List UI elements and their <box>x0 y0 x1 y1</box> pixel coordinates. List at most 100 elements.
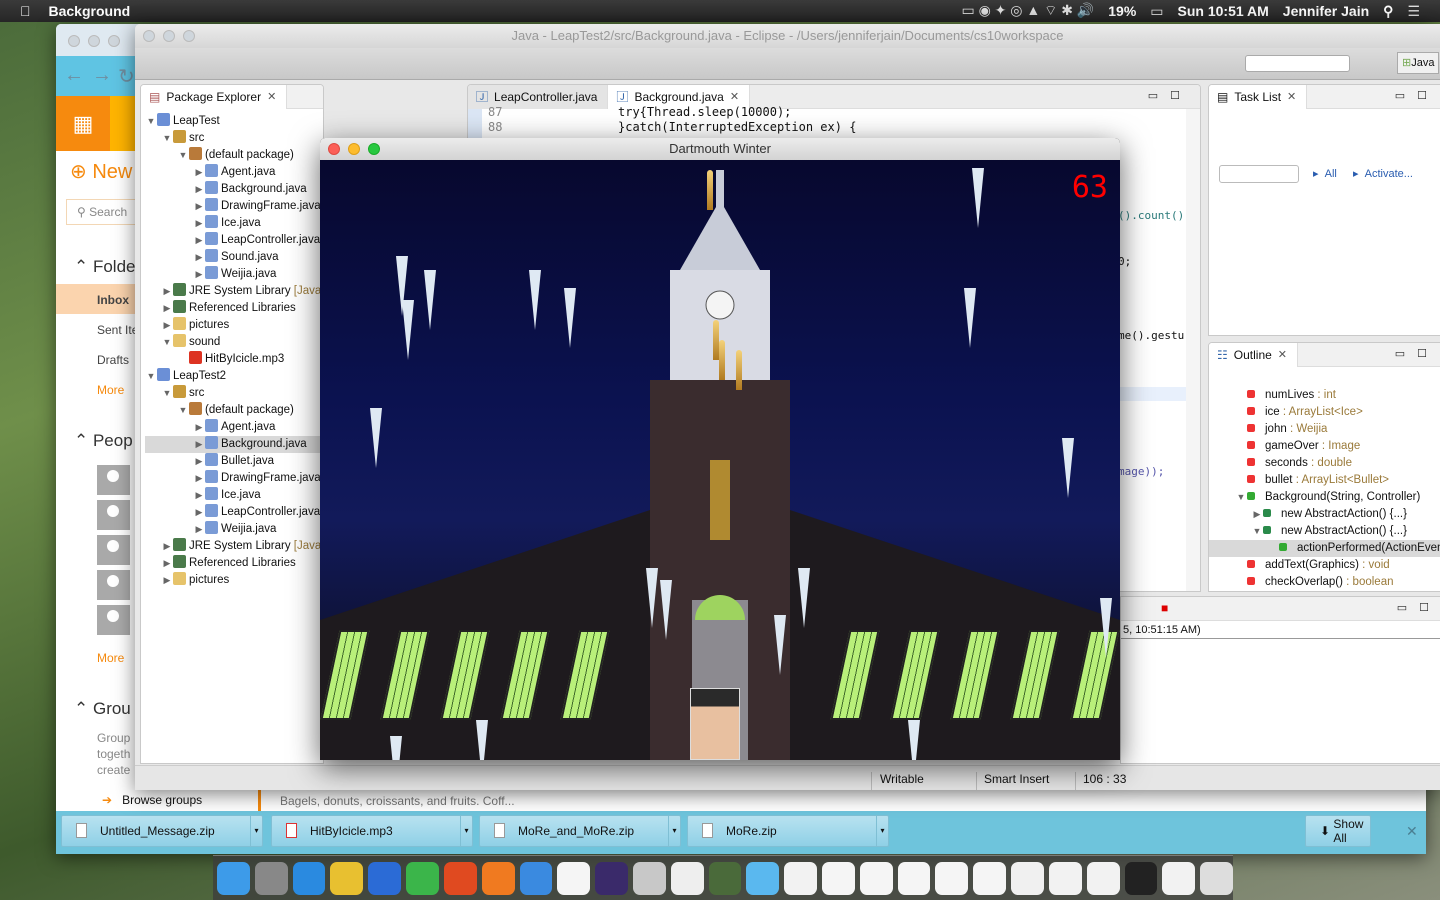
tree-item[interactable]: ▶ DrawingFrame.java <box>145 470 323 487</box>
chrome-doc-icon[interactable] <box>822 861 855 895</box>
tree-item[interactable]: ▶ JRE System Library [JavaSE] <box>145 283 323 300</box>
expand-toggle-icon[interactable]: ▶ <box>161 283 173 300</box>
avatar[interactable] <box>97 570 130 600</box>
expand-toggle-icon[interactable]: ▼ <box>177 147 189 164</box>
tree-item[interactable]: ▶ Background.java <box>145 436 323 453</box>
expand-toggle-icon[interactable]: ▼ <box>1235 489 1247 506</box>
expand-toggle-icon[interactable]: ▶ <box>193 419 205 436</box>
photo-icon[interactable] <box>708 861 742 895</box>
chrome-doc-icon[interactable] <box>935 861 969 895</box>
expand-toggle-icon[interactable]: ▶ <box>193 215 205 232</box>
apple-menu-icon[interactable]:  <box>20 3 31 19</box>
java-perspective-button[interactable]: ⊞Java <box>1397 52 1440 74</box>
minimize-maximize-icons[interactable]: ▭☐ <box>1395 347 1439 360</box>
tree-item[interactable]: ▼ src <box>145 385 323 402</box>
folder-sent[interactable]: Sent Ite <box>97 323 138 337</box>
tree-item[interactable]: ▶ JRE System Library [JavaSE] <box>145 538 323 555</box>
code-fragment[interactable]: mage)); <box>1118 465 1164 478</box>
tree-item[interactable]: ▶ pictures <box>145 317 323 334</box>
expand-toggle-icon[interactable]: ▶ <box>193 198 205 215</box>
code-fragment[interactable]: ().count() <box>1118 209 1184 222</box>
calendar-icon[interactable] <box>557 861 591 895</box>
tree-item[interactable]: ▶ Agent.java <box>145 164 323 181</box>
expand-toggle-icon[interactable]: ▶ <box>193 249 205 266</box>
tree-item[interactable]: ▶ Weijia.java <box>145 266 323 283</box>
expand-toggle-icon[interactable]: ▶ <box>161 317 173 334</box>
expand-toggle-icon[interactable]: ▶ <box>161 555 173 572</box>
terminal-doc-icon[interactable] <box>1124 861 1158 895</box>
browse-groups-link[interactable]: ➔ Browse groups <box>102 793 202 807</box>
expand-toggle-icon[interactable]: ▶ <box>193 470 205 487</box>
expand-toggle-icon[interactable]: ▼ <box>1251 523 1263 540</box>
safari-doc-icon[interactable] <box>1011 861 1044 895</box>
expand-toggle-icon[interactable]: ▶ <box>193 487 205 504</box>
firefox-icon[interactable] <box>481 861 515 895</box>
activate-link[interactable]: ▸ Activate... <box>1353 167 1413 180</box>
expand-toggle-icon[interactable]: ▼ <box>161 130 173 147</box>
tree-item[interactable]: ▶ Ice.java <box>145 487 323 504</box>
message-preview[interactable]: Bagels, donuts, croissants, and fruits. … <box>280 794 515 808</box>
new-button[interactable]: ⊕ New <box>70 159 132 184</box>
minimize-button[interactable] <box>163 30 175 42</box>
close-tab-icon[interactable]: ✕ <box>730 90 739 103</box>
doc-icon[interactable] <box>1048 861 1082 895</box>
expand-toggle-icon[interactable]: ▶ <box>193 266 205 283</box>
outline-item[interactable]: gameOver : Image <box>1209 438 1440 455</box>
minimize-maximize-icons[interactable]: ▭☐ <box>1148 89 1192 102</box>
chrome-doc-icon[interactable] <box>897 861 931 895</box>
filter-all-link[interactable]: ▸ All <box>1313 167 1337 180</box>
expand-toggle-icon[interactable]: ▼ <box>145 368 157 385</box>
minimize-maximize-icons[interactable]: ▭☐ <box>1395 89 1439 102</box>
expand-toggle-icon[interactable]: ▶ <box>193 521 205 538</box>
zoom-button[interactable] <box>183 30 195 42</box>
download-item[interactable]: HitByIcicle.mp3 ▾ <box>271 815 473 847</box>
expand-toggle-icon[interactable]: ▼ <box>161 385 173 402</box>
user-name[interactable]: Jennifer Jain <box>1283 3 1369 19</box>
code-line[interactable]: 88}catch(InterruptedException ex) { <box>488 120 856 135</box>
outline-item[interactable]: seconds : double <box>1209 455 1440 472</box>
tree-item[interactable]: ▶ Weijia.java <box>145 521 323 538</box>
expand-toggle-icon[interactable]: ▼ <box>145 113 157 130</box>
dropdown-icon[interactable]: ▾ <box>876 816 888 846</box>
tree-item[interactable]: ▶ Background.java <box>145 181 323 198</box>
expand-toggle-icon[interactable]: ▼ <box>177 402 189 419</box>
tree-item[interactable]: ▶ Referenced Libraries <box>145 555 323 572</box>
doc-icon[interactable] <box>784 861 817 895</box>
expand-toggle-icon[interactable]: ▶ <box>1251 506 1263 523</box>
folders-header[interactable]: ⌃ Folde <box>74 257 136 277</box>
battery-icon[interactable]: ▭ <box>1150 3 1163 20</box>
folder-inbox[interactable]: Inbox <box>97 293 129 307</box>
tree-item[interactable]: ▼ src <box>145 130 323 147</box>
folders-more-link[interactable]: More <box>97 383 124 397</box>
minimize-maximize-icons[interactable]: ▭☐ <box>1397 601 1440 614</box>
tree-item[interactable]: ▼ LeapTest2 <box>145 368 323 385</box>
tab-outline[interactable]: ☷ Outline ✕ <box>1209 343 1299 367</box>
avatar[interactable] <box>97 535 130 565</box>
chrome-doc-icon[interactable] <box>973 861 1007 895</box>
outline-item[interactable]: numLives : int <box>1209 387 1440 404</box>
eclipse-icon[interactable] <box>595 861 628 895</box>
folder-drafts[interactable]: Drafts <box>97 353 129 367</box>
tree-item[interactable]: ▶ LeapController.java <box>145 232 323 249</box>
people-header[interactable]: ⌃ Peop <box>74 431 133 451</box>
doc-icon[interactable] <box>1086 861 1120 895</box>
close-button[interactable] <box>68 35 80 47</box>
people-more-link[interactable]: More <box>97 651 124 665</box>
launchpad-icon[interactable] <box>254 861 288 895</box>
tree-item[interactable]: ▶ Sound.java <box>145 249 323 266</box>
outline-item[interactable]: ▼ Background(String, Controller) <box>1209 489 1440 506</box>
tree-item[interactable]: ▶ Bullet.java <box>145 453 323 470</box>
expand-toggle-icon[interactable]: ▶ <box>193 164 205 181</box>
chrome-icon[interactable] <box>330 861 364 895</box>
code-fragment[interactable]: me().gestu <box>1118 329 1184 342</box>
app-launcher-icon[interactable]: ▦ <box>56 96 110 151</box>
terminate-icon[interactable]: ■ <box>1161 601 1168 615</box>
tree-item[interactable]: ▶ LeapController.java <box>145 504 323 521</box>
outline-item[interactable]: bullet : ArrayList<Bullet> <box>1209 472 1440 489</box>
dropdown-icon[interactable]: ▾ <box>460 816 472 846</box>
zoom-button[interactable] <box>108 35 120 47</box>
folder-icon[interactable] <box>746 861 780 895</box>
expand-toggle-icon[interactable]: ▶ <box>193 504 205 521</box>
clock[interactable]: Sun 10:51 AM <box>1178 3 1269 19</box>
tree-item[interactable]: ▶ pictures <box>145 572 323 589</box>
